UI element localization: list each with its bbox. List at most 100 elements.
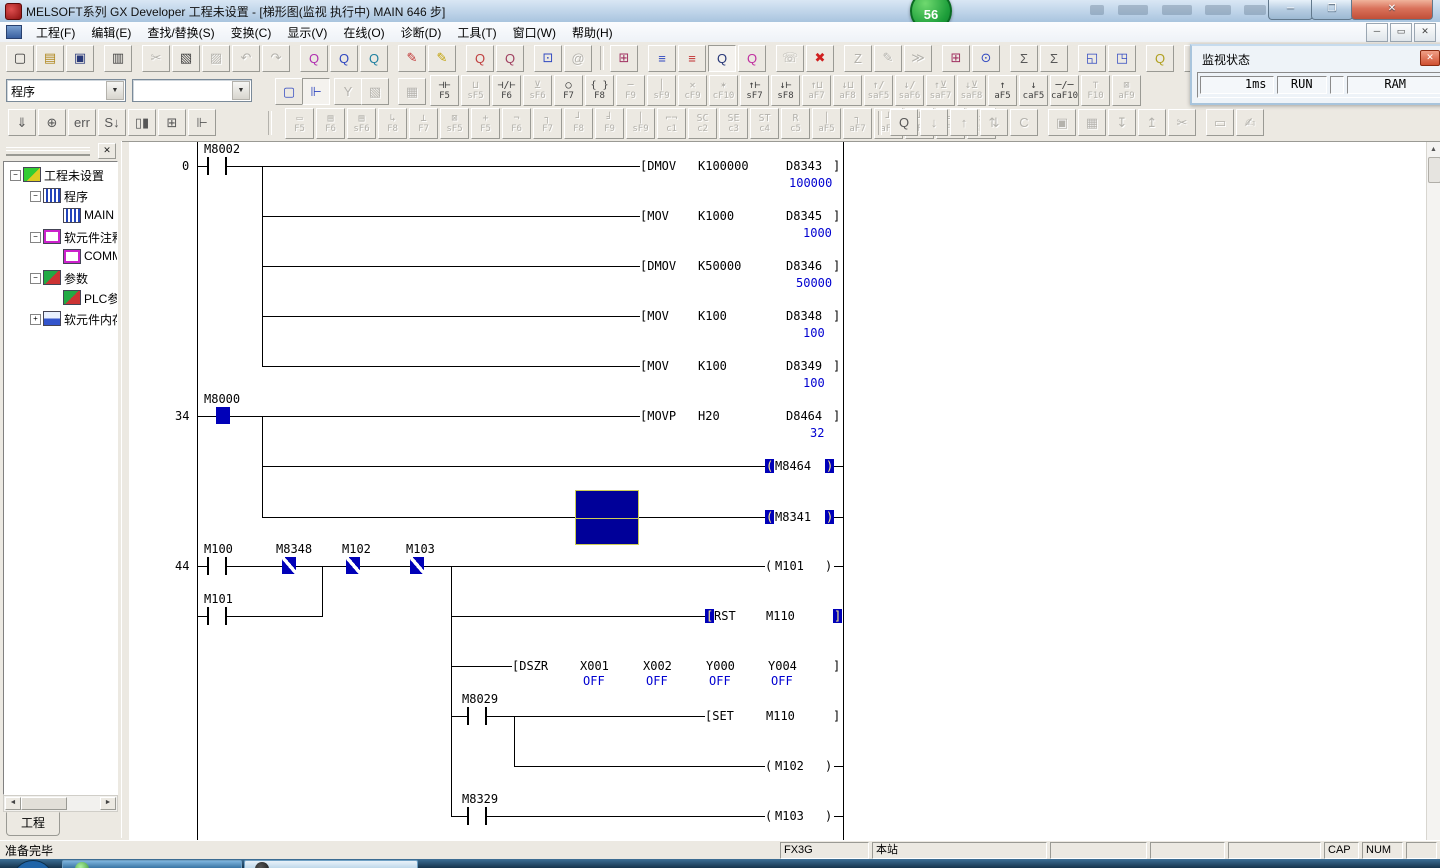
- convert-run-write-button[interactable]: ⊕: [38, 109, 66, 136]
- device-batch-monitor-button[interactable]: ▣: [1048, 109, 1076, 136]
- data-name-combo[interactable]: ▼: [132, 79, 252, 102]
- collapse-icon[interactable]: −: [30, 273, 41, 284]
- screen-size-change-button[interactable]: ⊡: [534, 45, 562, 72]
- print-button[interactable]: ▥: [104, 45, 132, 72]
- wiring-symbol-F6-button[interactable]: ¬F6: [502, 108, 531, 139]
- menu-f[interactable]: 工程(F): [28, 22, 83, 43]
- cross-reference-list-button[interactable]: Q: [466, 45, 494, 72]
- start-orb[interactable]: [12, 860, 54, 868]
- wiring-symbol-c5-button[interactable]: Rc5: [781, 108, 810, 139]
- wiring-symbol-F5-button[interactable]: ▭F5: [285, 108, 314, 139]
- ladder-symbol-sF6-button[interactable]: ⊻sF6: [523, 75, 552, 106]
- wiring-symbol-c1-button[interactable]: ⌐¬c1: [657, 108, 686, 139]
- device-filter-button[interactable]: Y: [334, 78, 362, 105]
- mdi-child-icon[interactable]: [6, 25, 22, 39]
- cut-button[interactable]: ✂: [142, 45, 170, 72]
- ladder-symbol-F5-button[interactable]: ⊣⊢F5: [430, 75, 459, 106]
- ladder-editor[interactable]: ▲: [129, 141, 1440, 841]
- macro-view-button[interactable]: ▢: [275, 78, 303, 105]
- monitor-stop-button[interactable]: ✖: [806, 45, 834, 72]
- ladder-symbol-cF9-button[interactable]: ✕cF9: [678, 75, 707, 106]
- wiring-symbol-F8-button[interactable]: ↳F8: [378, 108, 407, 139]
- menu-s[interactable]: 查找/替换(S): [139, 22, 222, 43]
- menu-d[interactable]: 诊断(D): [393, 22, 450, 43]
- wiring-symbol-F7-button[interactable]: ┐F7: [533, 108, 562, 139]
- convert-button[interactable]: ⇓: [8, 109, 36, 136]
- collapse-icon[interactable]: −: [30, 191, 41, 202]
- entry-data-monitor-button[interactable]: ⊙: [972, 45, 1000, 72]
- panel-close-icon[interactable]: ✕: [98, 143, 116, 159]
- wiring-symbol-c2-button[interactable]: SCc2: [688, 108, 717, 139]
- ladder-symbol-F10-button[interactable]: ⊤F10: [1081, 75, 1110, 106]
- remote-run-button[interactable]: Σ: [1010, 45, 1038, 72]
- open-project-button[interactable]: ▤: [36, 45, 64, 72]
- remote-stop-button[interactable]: Σ: [1040, 45, 1068, 72]
- step-number-display-button[interactable]: S↓: [98, 109, 126, 136]
- monitor-write-mode-button[interactable]: Q: [738, 45, 766, 72]
- read-search-next-button[interactable]: ↓: [920, 109, 948, 136]
- wiring-symbol-sF6-button[interactable]: ▤sF6: [347, 108, 376, 139]
- multiple-window-button[interactable]: ▦: [1078, 109, 1106, 136]
- wiring-symbol-sF9-button[interactable]: │sF9: [626, 108, 655, 139]
- new-project-button[interactable]: ▢: [6, 45, 34, 72]
- taskbar-app-2[interactable]: [244, 860, 418, 868]
- child-restore-button[interactable]: ▭: [1390, 23, 1412, 42]
- save-project-button[interactable]: ▣: [66, 45, 94, 72]
- scroll-up-icon[interactable]: ▲: [1428, 144, 1439, 156]
- delete-monitor-button[interactable]: ✂: [1168, 109, 1196, 136]
- write-mode-button[interactable]: ≡: [678, 45, 706, 72]
- find-instruction-button[interactable]: Q: [330, 45, 358, 72]
- read-mode-button[interactable]: ≡: [648, 45, 676, 72]
- wiring-symbol-F7-button[interactable]: ⊥F7: [409, 108, 438, 139]
- ladder-symbol-caF10-button[interactable]: ─/─caF10: [1050, 75, 1079, 106]
- paste-button[interactable]: ▨: [202, 45, 230, 72]
- scroll-right-icon[interactable]: ►: [100, 797, 116, 810]
- register-monitor-up-button[interactable]: ↥: [1138, 109, 1166, 136]
- chevron-down-icon[interactable]: ▼: [106, 81, 124, 100]
- copy-button[interactable]: ▧: [172, 45, 200, 72]
- replace-instruction-button[interactable]: ✎: [428, 45, 456, 72]
- ladder-symbol-saF8-button[interactable]: ↓⊻saF8: [957, 75, 986, 106]
- minimize-button[interactable]: ─: [1268, 0, 1313, 20]
- comment-display-toggle-button[interactable]: ⊞: [158, 109, 186, 136]
- data-copy-button[interactable]: ▧: [361, 78, 389, 105]
- print-image-button[interactable]: ▭: [1206, 109, 1234, 136]
- maximize-button[interactable]: ❐: [1311, 0, 1353, 20]
- wiring-symbol-c3-button[interactable]: SEc3: [719, 108, 748, 139]
- data-type-combo[interactable]: 程序 ▼: [6, 79, 126, 102]
- menu-e[interactable]: 编辑(E): [83, 22, 139, 43]
- ladder-symbol-saF6-button[interactable]: ↓/saF6: [895, 75, 924, 106]
- ladder-symbol-aF9-button[interactable]: ⊠aF9: [1112, 75, 1141, 106]
- line-statement-list-button[interactable]: ⇅: [980, 109, 1008, 136]
- step-run-button[interactable]: ≫: [904, 45, 932, 72]
- ladder-symbol-F7-button[interactable]: ◯F7: [554, 75, 583, 106]
- wiring-symbol-F6-button[interactable]: ▤F6: [316, 108, 345, 139]
- child-minimize-button[interactable]: ─: [1366, 23, 1388, 42]
- tree-item-4[interactable]: COMMENT: [4, 248, 117, 266]
- ladder-symbol-sF9-button[interactable]: │sF9: [647, 75, 676, 106]
- expand-icon[interactable]: +: [30, 314, 41, 325]
- ladder-symbol-aF5-button[interactable]: ↑aF5: [988, 75, 1017, 106]
- tree-item-1[interactable]: −程序: [4, 187, 117, 205]
- list-view-button[interactable]: ▦: [398, 78, 426, 105]
- monitor-mode-button[interactable]: Q: [708, 45, 736, 72]
- ladder-symbol-aF7-button[interactable]: ↑⊔aF7: [802, 75, 831, 106]
- ladder-symbol-aF8-button[interactable]: ↓⊔aF8: [833, 75, 862, 106]
- replace-device-button[interactable]: ✎: [398, 45, 426, 72]
- menu-h[interactable]: 帮助(H): [564, 22, 621, 43]
- taskbar-app-1[interactable]: [62, 860, 242, 868]
- statement-display-toggle-button[interactable]: ⊩: [188, 109, 216, 136]
- child-close-button[interactable]: ✕: [1414, 23, 1436, 42]
- find-device-button[interactable]: Q: [300, 45, 328, 72]
- ladder-symbol-F8-button[interactable]: { }F8: [585, 75, 614, 106]
- scrollbar-thumb[interactable]: [21, 797, 67, 810]
- undo-button[interactable]: ↶: [232, 45, 260, 72]
- comment-display-button[interactable]: @: [564, 45, 592, 72]
- scroll-hand-button[interactable]: ✍: [1236, 109, 1264, 136]
- register-monitor-down-button[interactable]: ↧: [1108, 109, 1136, 136]
- panel-drag-grip[interactable]: [6, 147, 90, 156]
- sampling-trace-button[interactable]: ⊞: [942, 45, 970, 72]
- wiring-symbol-aF5-button[interactable]: │aF5: [812, 108, 841, 139]
- redo-button[interactable]: ↷: [262, 45, 290, 72]
- tree-item-0[interactable]: −工程未设置: [4, 166, 117, 184]
